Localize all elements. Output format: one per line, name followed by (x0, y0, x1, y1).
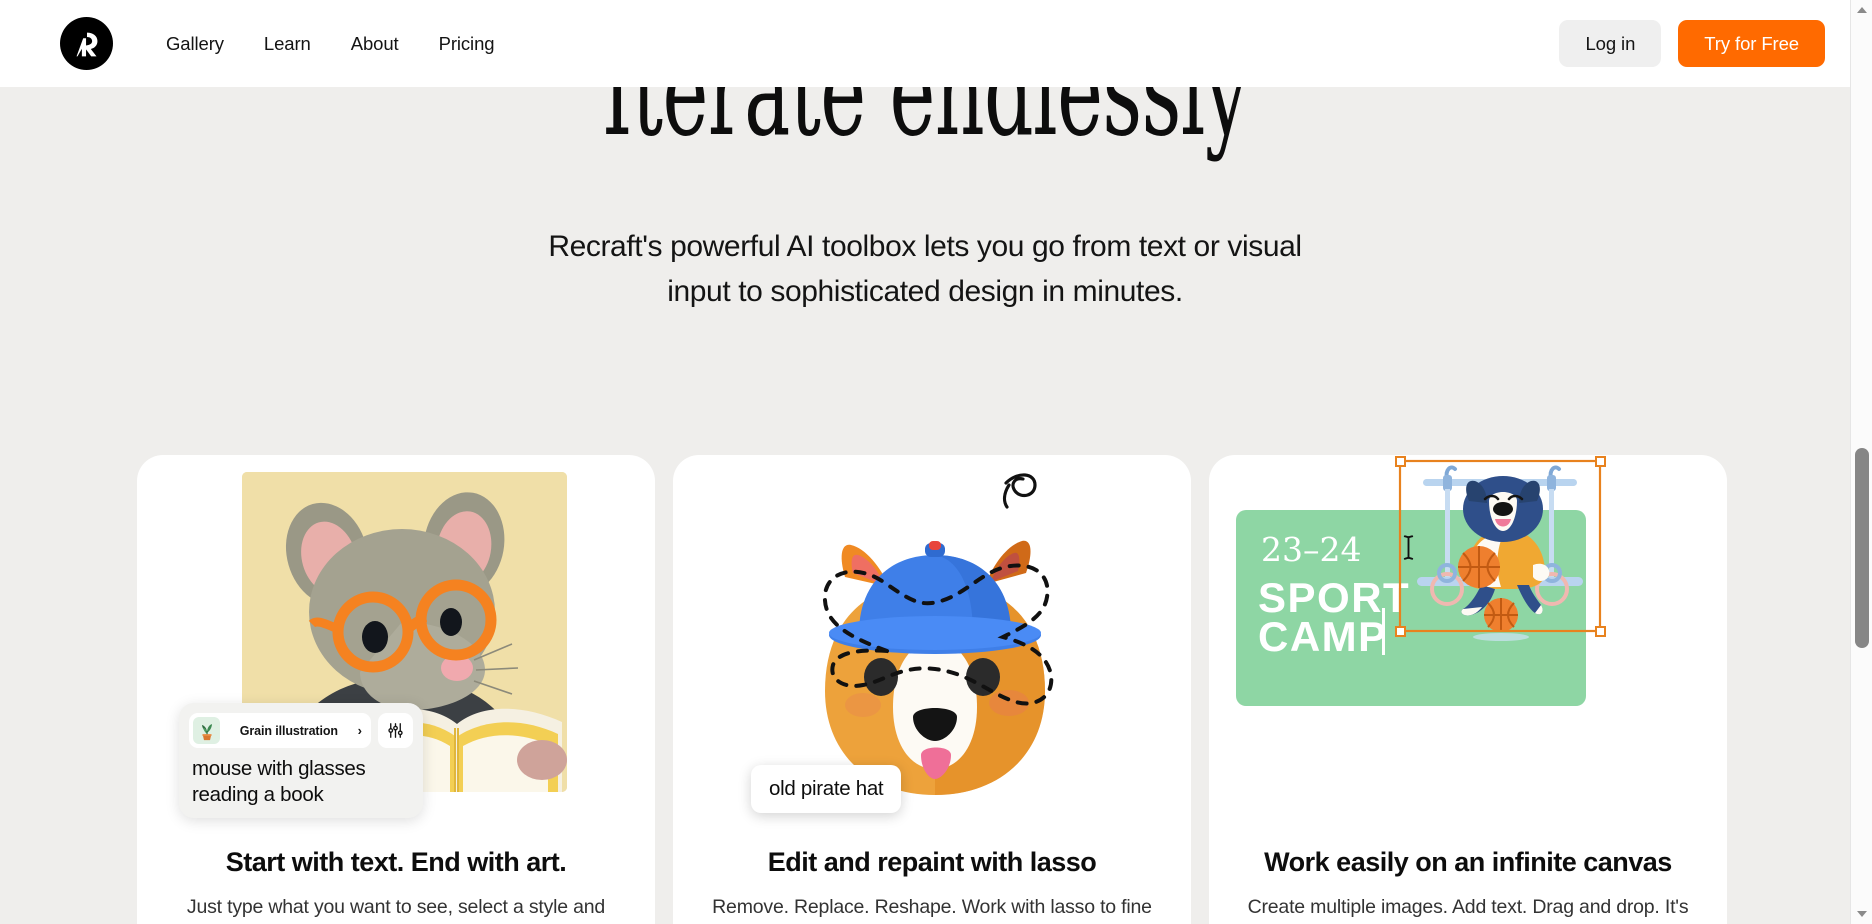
card-title: Work easily on an infinite canvas (1264, 847, 1672, 877)
lasso-prompt-label[interactable]: old pirate hat (751, 765, 902, 813)
prompt-overlay-panel[interactable]: Grain illustration › mouse with glasses … (179, 703, 423, 818)
text-caret (1382, 608, 1385, 655)
nav-item-pricing[interactable]: Pricing (439, 33, 495, 55)
text-ibeam-cursor-icon (1403, 535, 1414, 560)
selection-handle-bottom-left[interactable] (1395, 626, 1406, 637)
feature-card-lasso-edit[interactable]: old pirate hat Edit and repaint with las… (673, 455, 1191, 924)
nav-item-gallery[interactable]: Gallery (166, 33, 224, 55)
hero-section: Iterate endlessly Recraft's powerful AI … (0, 59, 1850, 924)
card-media-2: old pirate hat (673, 455, 1191, 845)
header-actions: Log in Try for Free (1559, 20, 1825, 67)
sliders-icon[interactable] (378, 713, 413, 748)
card-description: Create multiple images. Add text. Drag a… (1247, 896, 1689, 918)
scroll-up-triangle (1857, 7, 1867, 13)
try-for-free-button[interactable]: Try for Free (1678, 20, 1825, 67)
selection-handle-top-right[interactable] (1595, 456, 1606, 467)
feature-cards: Grain illustration › mouse with glasses … (137, 455, 1727, 924)
selection-bounding-box[interactable] (1395, 456, 1605, 636)
scrollbar-thumb[interactable] (1855, 448, 1869, 648)
card-description: Just type what you want to see, select a… (186, 896, 606, 918)
card-title: Edit and repaint with lasso (767, 847, 1097, 877)
recraft-logo-icon[interactable] (60, 17, 113, 70)
nav-item-about[interactable]: About (351, 33, 399, 55)
potted-plant-glyph (201, 723, 212, 740)
prompt-text-value[interactable]: mouse with glasses reading a book (189, 756, 413, 808)
selection-handle-top-left[interactable] (1395, 456, 1406, 467)
style-selector-label: Grain illustration (239, 723, 338, 738)
login-button[interactable]: Log in (1559, 20, 1662, 67)
card-media-1: Grain illustration › mouse with glasses … (137, 455, 655, 845)
selection-handle-bottom-right[interactable] (1595, 626, 1606, 637)
chevron-right-icon: › (357, 723, 362, 738)
nav-item-learn[interactable]: Learn (264, 33, 311, 55)
poster-year-text: 23–24 (1261, 530, 1362, 569)
recraft-logo-glyph (67, 24, 106, 63)
hero-subtitle: Recraft's powerful AI toolbox lets you g… (548, 230, 1302, 308)
prompt-controls-row: Grain illustration › (189, 713, 413, 748)
potted-plant-icon (193, 717, 220, 744)
vertical-scrollbar[interactable] (1850, 0, 1872, 924)
feature-card-infinite-canvas[interactable]: 23–24 SPORT CAMP Work easily on an infin… (1209, 455, 1727, 924)
scroll-down-arrow-icon[interactable] (1851, 904, 1872, 924)
poster-headline-line2: CAMP (1258, 613, 1388, 660)
card-media-3: 23–24 SPORT CAMP (1209, 455, 1727, 845)
site-header: Gallery Learn About Pricing Log in Try f… (0, 0, 1850, 87)
sliders-glyph (388, 723, 403, 738)
scroll-up-arrow-icon[interactable] (1851, 0, 1872, 20)
style-selector-chip[interactable]: Grain illustration › (189, 713, 371, 748)
scroll-down-triangle (1857, 911, 1867, 917)
card-description: Remove. Replace. Reshape. Work with lass… (712, 896, 1152, 918)
main-navigation: Gallery Learn About Pricing (166, 33, 495, 55)
canvas-workspace: 23–24 SPORT CAMP (1209, 455, 1727, 845)
card-title: Start with text. End with art. (225, 847, 567, 877)
page-root: Iterate endlessly Recraft's powerful AI … (0, 0, 1872, 924)
feature-card-text-to-art[interactable]: Grain illustration › mouse with glasses … (137, 455, 655, 924)
